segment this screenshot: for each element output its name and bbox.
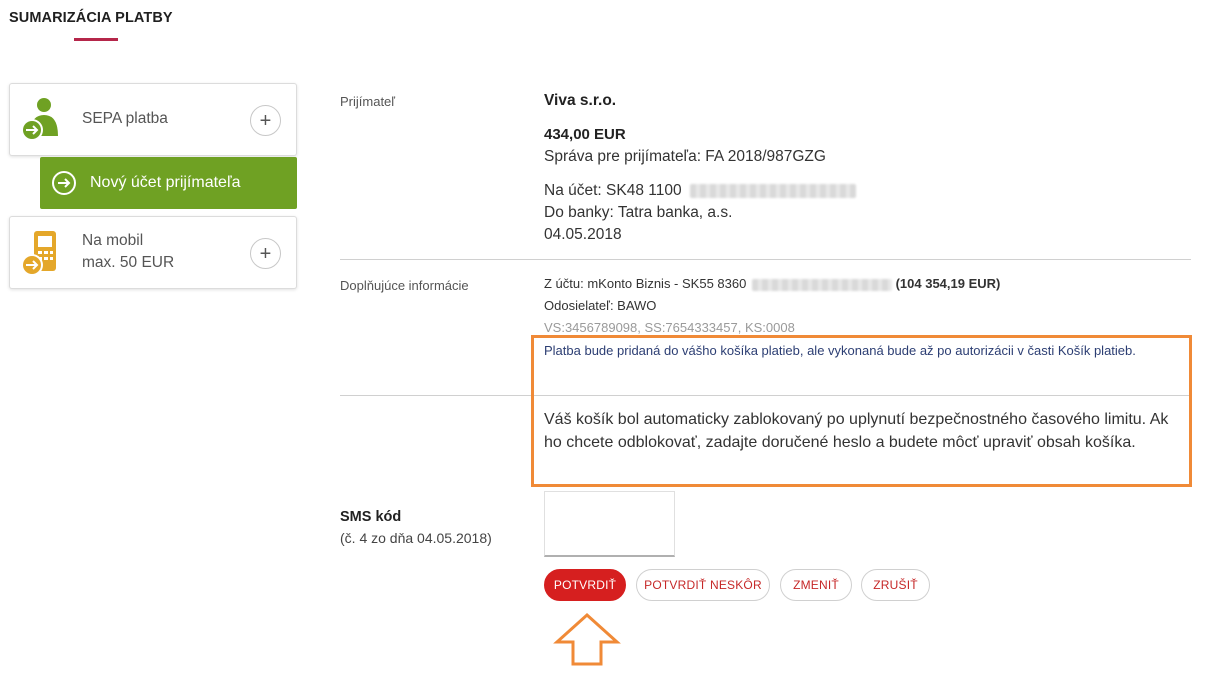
plus-icon[interactable]: + (250, 238, 281, 269)
source-account-number: Z účtu: mKonto Biznis - SK55 8360 (544, 276, 747, 291)
sepa-payment-label: SEPA platba (82, 110, 168, 127)
recipient-label: Prijímateľ (340, 94, 396, 109)
cancel-button[interactable]: ZRUŠIŤ (861, 569, 930, 601)
highlight-box (531, 335, 1192, 487)
mobile-payment-title: Na mobil (82, 232, 144, 249)
phone-transfer-icon (20, 229, 64, 277)
mobile-payment-limit: max. 50 EUR (82, 254, 175, 271)
sender-name: Odosielateľ: BAWO (544, 298, 657, 313)
up-arrow-icon (553, 612, 621, 667)
recipient-account-number: Na účet: SK48 1100 (544, 182, 682, 199)
arrow-right-circle-icon (52, 171, 76, 195)
additional-info-label: Doplňujúce informácie (340, 278, 469, 293)
mobile-payment-label: Na mobil max. 50 EUR (82, 230, 174, 274)
sms-code-sublabel: (č. 4 zo dňa 04.05.2018) (340, 530, 492, 546)
confirm-later-button[interactable]: POTVRDIŤ NESKÔR (636, 569, 770, 601)
redacted-source-digits (751, 278, 892, 291)
title-underline (74, 38, 118, 41)
page-title: SUMARIZÁCIA PLATBY (9, 10, 173, 26)
source-account-balance: (104 354,19 EUR) (895, 276, 1001, 291)
section-divider (340, 259, 1191, 260)
new-recipient-account-label: Nový účet prijímateľa (90, 174, 241, 191)
sepa-payment-card[interactable]: SEPA platba + (9, 83, 297, 156)
person-transfer-icon (20, 96, 64, 144)
sms-code-label: SMS kód (340, 509, 402, 525)
mobile-payment-card[interactable]: Na mobil max. 50 EUR + (9, 216, 297, 289)
confirm-button[interactable]: POTVRDIŤ (544, 569, 626, 601)
plus-icon[interactable]: + (250, 105, 281, 136)
recipient-bank: Do banky: Tatra banka, a.s. (544, 204, 733, 221)
change-button[interactable]: ZMENIŤ (780, 569, 852, 601)
recipient-account: Na účet: SK48 1100 (544, 182, 856, 200)
payment-amount: 434,00 EUR (544, 126, 626, 143)
new-recipient-account-button[interactable]: Nový účet prijímateľa (40, 157, 297, 209)
sms-code-input[interactable] (544, 491, 675, 557)
payment-date: 04.05.2018 (544, 226, 622, 243)
recipient-message: Správa pre prijímateľa: FA 2018/987GZG (544, 148, 826, 165)
redacted-account-digits (689, 183, 856, 198)
source-account: Z účtu: mKonto Biznis - SK55 8360 (104 3… (544, 276, 1000, 291)
payment-symbols: VS:3456789098, SS:7654333457, KS:0008 (544, 320, 795, 335)
recipient-name: Viva s.r.o. (544, 92, 617, 109)
